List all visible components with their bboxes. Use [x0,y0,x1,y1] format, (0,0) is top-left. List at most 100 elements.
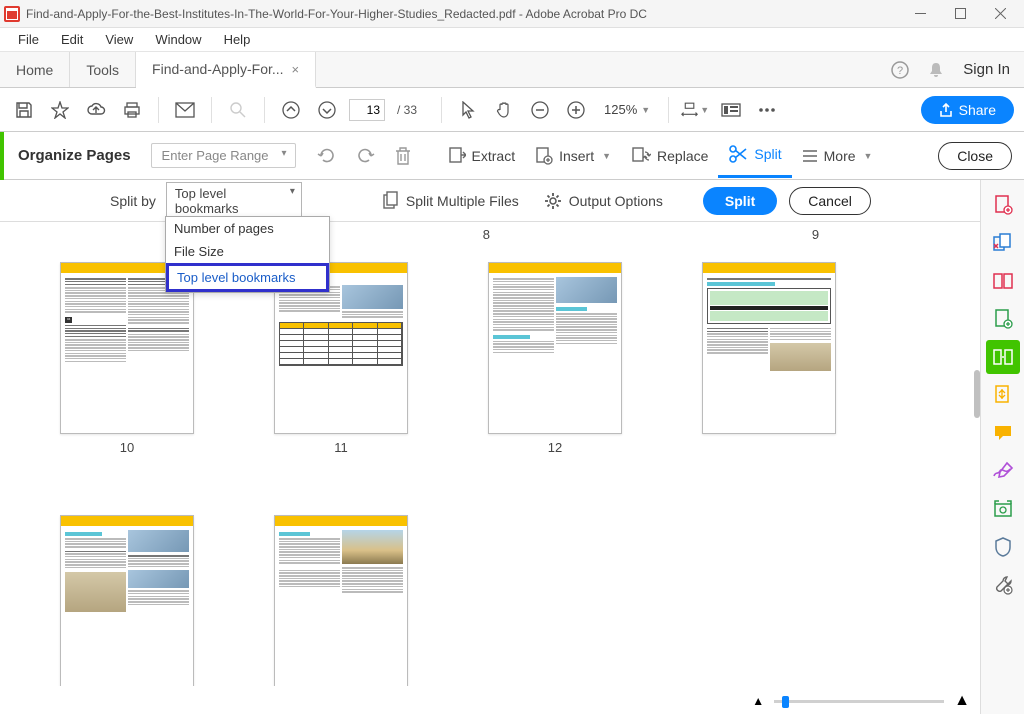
organize-pages-icon[interactable] [986,340,1020,374]
split-confirm-label: Split [725,193,755,209]
extract-tool[interactable]: Extract [438,134,526,178]
page-range-placeholder: Enter Page Range [162,148,269,163]
page-up-icon[interactable] [277,96,305,124]
more-tools-icon[interactable] [986,568,1020,602]
zoom-slider-bar: ▲ ▲ [752,692,970,710]
split-cancel-label: Cancel [808,193,852,209]
page-down-icon[interactable] [313,96,341,124]
more-tool[interactable]: More ▼ [792,134,883,178]
zoom-small-icon[interactable]: ▲ [752,694,764,708]
hand-icon[interactable] [490,96,518,124]
scan-ocr-icon[interactable] [986,492,1020,526]
compress-icon[interactable] [986,378,1020,412]
zoom-in-icon[interactable] [562,96,590,124]
thumbnail-15[interactable] [274,515,408,686]
edit-pdf-icon[interactable] [986,264,1020,298]
split-cancel-button[interactable]: Cancel [789,187,871,215]
split-by-dropdown: Number of pages File Size Top level book… [165,216,330,293]
find-icon[interactable] [224,96,252,124]
extract-label: Extract [472,148,516,164]
replace-tool[interactable]: Replace [621,134,718,178]
comment-icon[interactable] [986,416,1020,450]
split-tool[interactable]: Split [718,134,791,178]
minimize-button[interactable] [900,0,940,28]
maximize-button[interactable] [940,0,980,28]
zoom-value: 125% [604,102,637,117]
close-button[interactable] [980,0,1020,28]
thumbnail-14[interactable] [60,515,194,686]
tab-home-label: Home [16,62,53,78]
page-label-10: 10 [120,440,134,455]
split-option-bookmarks[interactable]: Top level bookmarks [166,263,329,292]
create-pdf-icon[interactable] [986,188,1020,222]
split-multiple-button[interactable]: Split Multiple Files [382,191,519,211]
read-mode-icon[interactable] [717,96,745,124]
tab-home[interactable]: Home [0,52,70,87]
menu-file[interactable]: File [8,30,49,49]
rotate-right-icon[interactable] [350,141,380,171]
tab-close-icon[interactable]: × [292,62,300,77]
organize-accent [0,132,4,180]
menu-window[interactable]: Window [145,30,211,49]
organize-title: Organize Pages [18,147,131,164]
tabs-bar: Home Tools Find-and-Apply-For... × ? Sig… [0,52,1024,88]
fill-sign-icon[interactable] [986,454,1020,488]
sidebar-scrollbar[interactable] [974,370,980,418]
page-label-9: 9 [812,227,819,242]
page-label-12: 12 [548,440,562,455]
split-confirm-button[interactable]: Split [703,187,777,215]
tab-tools-label: Tools [86,62,119,78]
svg-text:?: ? [897,65,903,77]
share-button[interactable]: Share [921,96,1014,124]
page-total: / 33 [397,103,417,117]
thumbnail-13[interactable] [702,262,836,455]
menu-help[interactable]: Help [214,30,261,49]
main-toolbar: / 33 125%▼ ▼ Share [0,88,1024,132]
page-number-input[interactable] [349,99,385,121]
zoom-large-icon[interactable]: ▲ [954,692,970,710]
split-option-pages[interactable]: Number of pages [166,217,329,240]
page-range-select[interactable]: Enter Page Range [151,143,296,168]
right-tools-sidebar [980,180,1024,714]
zoom-slider-thumb[interactable] [782,696,789,708]
thumbnail-12[interactable]: 12 [488,262,622,455]
pointer-icon[interactable] [454,96,482,124]
output-options-button[interactable]: Output Options [543,191,663,211]
tab-tools[interactable]: Tools [70,52,136,87]
protect-icon[interactable] [986,530,1020,564]
close-label: Close [957,148,993,164]
window-title: Find-and-Apply-For-the-Best-Institutes-I… [26,7,900,21]
insert-label: Insert [559,148,594,164]
rotate-left-icon[interactable] [312,141,342,171]
page-label-11: 11 [334,440,348,455]
zoom-select[interactable]: 125%▼ [598,102,656,117]
bell-icon[interactable] [927,61,945,79]
tab-document[interactable]: Find-and-Apply-For... × [136,52,316,88]
menu-edit[interactable]: Edit [51,30,93,49]
export-pdf-icon[interactable] [986,302,1020,336]
cloud-upload-icon[interactable] [82,96,110,124]
delete-icon[interactable] [388,141,418,171]
split-option-filesize[interactable]: File Size [166,240,329,263]
zoom-out-icon[interactable] [526,96,554,124]
combine-icon[interactable] [986,226,1020,260]
sign-in-link[interactable]: Sign In [963,61,1010,78]
save-icon[interactable] [10,96,38,124]
print-icon[interactable] [118,96,146,124]
insert-tool[interactable]: Insert ▼ [525,134,621,178]
help-icon[interactable]: ? [891,61,909,79]
share-label: Share [959,102,996,118]
more-icon[interactable] [753,96,781,124]
zoom-slider[interactable] [774,700,944,703]
split-by-select[interactable]: Top level bookmarks [166,182,302,220]
organize-pages-bar: Organize Pages Enter Page Range Extract … [0,132,1024,180]
fit-width-icon[interactable]: ▼ [681,96,709,124]
tab-document-label: Find-and-Apply-For... [152,61,284,77]
email-icon[interactable] [171,96,199,124]
split-options-bar: Split by Top level bookmarks Number of p… [0,180,1024,222]
split-multiple-label: Split Multiple Files [406,193,519,209]
star-icon[interactable] [46,96,74,124]
close-organize-button[interactable]: Close [938,142,1012,170]
replace-label: Replace [657,148,708,164]
menu-view[interactable]: View [95,30,143,49]
